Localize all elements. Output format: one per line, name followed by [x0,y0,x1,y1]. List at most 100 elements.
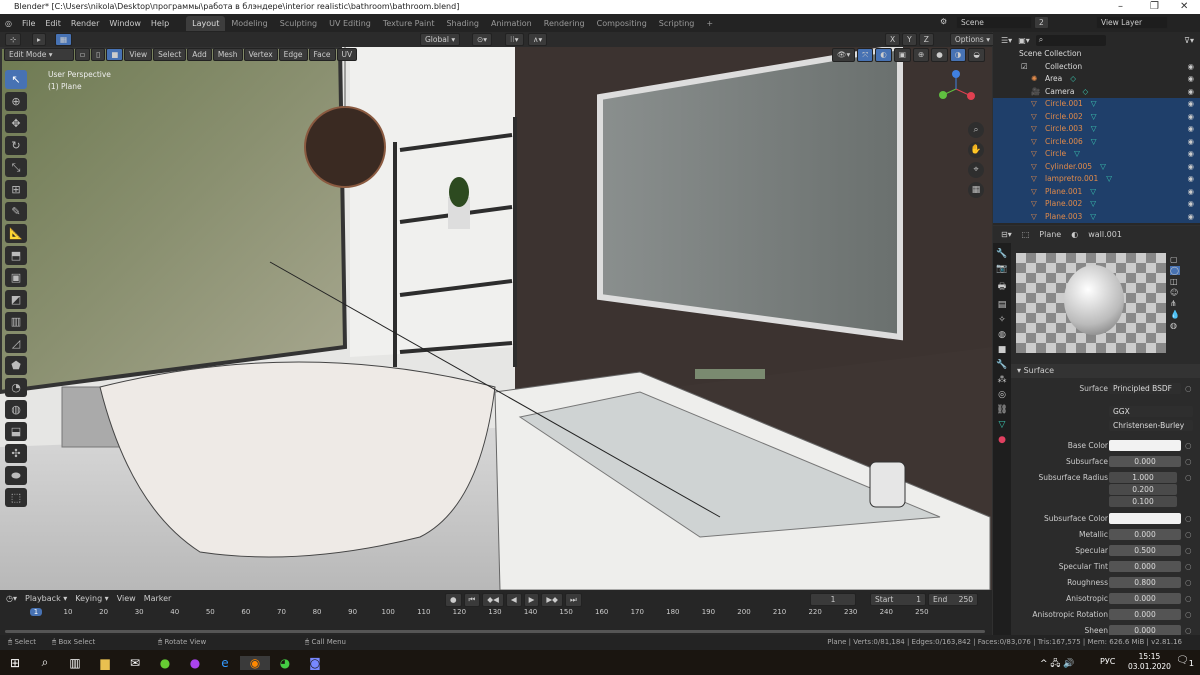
socket-icon[interactable]: ○ [1185,546,1192,555]
jump-start-icon[interactable]: ⏮ [463,593,481,607]
tab-uv-editing[interactable]: UV Editing [323,16,377,31]
playhead[interactable]: 1 [30,608,42,616]
menu-add[interactable]: Add [187,48,212,61]
eye-icon[interactable]: ◉ [1187,136,1194,149]
menu-view[interactable]: View [124,48,153,61]
measure-icon[interactable]: 📐 [5,224,27,243]
system-tray-icons[interactable]: ^ 🖧 🔊 [1040,656,1075,672]
menu-vertex[interactable]: Vertex [243,48,278,61]
value-slider[interactable]: 1.000 [1109,472,1177,483]
scene-collection-row[interactable]: Scene Collection [993,48,1200,61]
preview-cube-icon[interactable]: ◫ [1170,277,1180,286]
timeline-scrollbar[interactable] [5,630,985,633]
perspective-grid-icon[interactable]: ▦ [968,182,984,198]
value-slider[interactable]: 0.800 [1109,577,1181,588]
object-data-icon[interactable]: ▽ [1090,212,1096,221]
scene-tab-icon[interactable]: ✧ [998,315,1006,325]
outliner-item[interactable]: ▽ Circle.003 ▽ ◉ [993,123,1200,136]
shear-icon[interactable]: ⬬ [5,466,27,485]
jump-end-icon[interactable]: ⏭ [564,593,582,607]
pan-hand-icon[interactable]: ✋ [968,142,984,158]
value-slider[interactable]: 0.500 [1109,545,1181,556]
overlay-icon[interactable]: ◐ [875,48,892,62]
edge-slide-icon[interactable]: ⬓ [5,422,27,441]
play-reverse-icon[interactable]: ◀ [505,593,522,607]
end-frame-field[interactable]: End 250 [928,593,978,606]
preview-flat-icon[interactable]: ▢ [1170,255,1180,264]
eye-icon[interactable]: ◉ [1187,86,1194,99]
outliner-item[interactable]: ▽ Circle.001 ▽ ◉ [993,98,1200,111]
scene-field[interactable]: Scene [956,16,1032,29]
socket-icon[interactable]: ○ [1185,626,1192,635]
poly-build-icon[interactable]: ⬟ [5,356,27,375]
spin-icon[interactable]: ◔ [5,378,27,397]
preview-world-icon[interactable]: ◍ [1170,321,1180,330]
eye-icon[interactable]: ◉ [1187,198,1194,211]
surface-panel-header[interactable]: ▾ Surface [1011,364,1200,378]
discord-icon[interactable]: ◙ [300,656,330,670]
menu-window[interactable]: Window [104,19,146,28]
menu-select[interactable]: Select [153,48,187,61]
outliner-item[interactable]: ▽ Circle.002 ▽ ◉ [993,110,1200,123]
utorrent-icon[interactable]: ● [150,656,180,670]
object-data-icon[interactable]: ▽ [1100,162,1106,171]
material-tab-icon[interactable]: ● [998,435,1006,445]
value-slider[interactable]: 0.000 [1109,593,1181,604]
socket-icon[interactable]: ○ [1185,384,1192,393]
preview-sphere-icon[interactable]: ◯ [1170,266,1180,275]
editor-type-icon[interactable]: ⊟▾ [1001,230,1012,239]
tab-texture-paint[interactable]: Texture Paint [377,16,441,31]
preview-fluid-icon[interactable]: 💧 [1170,310,1180,319]
outliner-item[interactable]: 🎥 Camera ◇ ◉ [993,86,1200,99]
tab-scripting[interactable]: Scripting [653,16,701,31]
snap-icon[interactable]: ⁝⁝▾ [505,33,524,46]
outliner-item[interactable]: ▽ Plane.002 ▽ ◉ [993,198,1200,211]
media-player-icon[interactable]: ● [180,656,210,670]
task-view-icon[interactable]: ▥ [60,656,90,670]
mode-dropdown[interactable]: Edit Mode ▾ [4,48,74,61]
xray-icon[interactable]: ▣ [893,48,911,62]
mirror-z[interactable]: Z [918,33,934,46]
outliner-item[interactable]: ▽ Circle ▽ ◉ [993,148,1200,161]
scene-users[interactable]: 2 [1034,16,1049,29]
eye-icon[interactable]: ◉ [1187,98,1194,111]
select-tool-icon[interactable]: ▸ [32,33,46,46]
mirror-y[interactable]: Y [902,33,917,46]
outliner-item[interactable]: ▽ lampretro.001 ▽ ◉ [993,173,1200,186]
distribution-dropdown[interactable]: GGX [1109,406,1193,417]
object-data-icon[interactable]: ▽ [1074,149,1080,158]
tab-layout[interactable]: Layout [186,15,226,31]
add-workspace-button[interactable]: + [700,16,719,31]
language-indicator[interactable]: РУС [1100,657,1115,666]
play-icon[interactable]: ▶ [523,593,540,607]
tab-modeling[interactable]: Modeling [225,16,273,31]
socket-icon[interactable]: ○ [1185,530,1192,539]
shading-material-icon[interactable]: ◑ [949,48,967,62]
menu-view[interactable]: View [117,594,136,603]
tab-shading[interactable]: Shading [440,16,485,31]
select-box-icon[interactable]: ↖ [5,70,27,89]
blender-logo-icon[interactable]: ◎ [0,19,17,28]
chrome-icon[interactable]: ◕ [270,656,300,670]
color-swatch[interactable] [1109,513,1181,524]
face-select-icon[interactable]: ■ [106,48,124,61]
minimize-button[interactable]: – [1118,0,1123,14]
eye-icon[interactable]: ◉ [1187,211,1194,224]
object-data-icon[interactable]: ▽ [1091,124,1097,133]
view-object-types-icon[interactable]: 👁▾ [832,48,856,62]
menu-playback[interactable]: Playback ▾ [25,594,67,603]
eye-icon[interactable]: ◉ [1187,173,1194,186]
edge-browser-icon[interactable]: e [210,656,240,670]
scene-icon[interactable]: ⚙ [940,17,947,26]
preview-hair-icon[interactable]: ⋔ [1170,299,1180,308]
inset-icon[interactable]: ▣ [5,268,27,287]
rip-icon[interactable]: ⬚ [5,488,27,507]
menu-marker[interactable]: Marker [144,594,172,603]
socket-icon[interactable]: ○ [1185,457,1192,466]
view-layer-tab-icon[interactable]: ▤ [998,300,1007,310]
windows-start-icon[interactable]: ⊞ [0,656,30,670]
maximize-button[interactable]: ❐ [1150,0,1159,14]
object-data-icon[interactable]: ▽ [1090,187,1096,196]
object-data-icon[interactable]: ◇ [1082,87,1088,96]
shading-solid-icon[interactable]: ● [931,48,948,62]
